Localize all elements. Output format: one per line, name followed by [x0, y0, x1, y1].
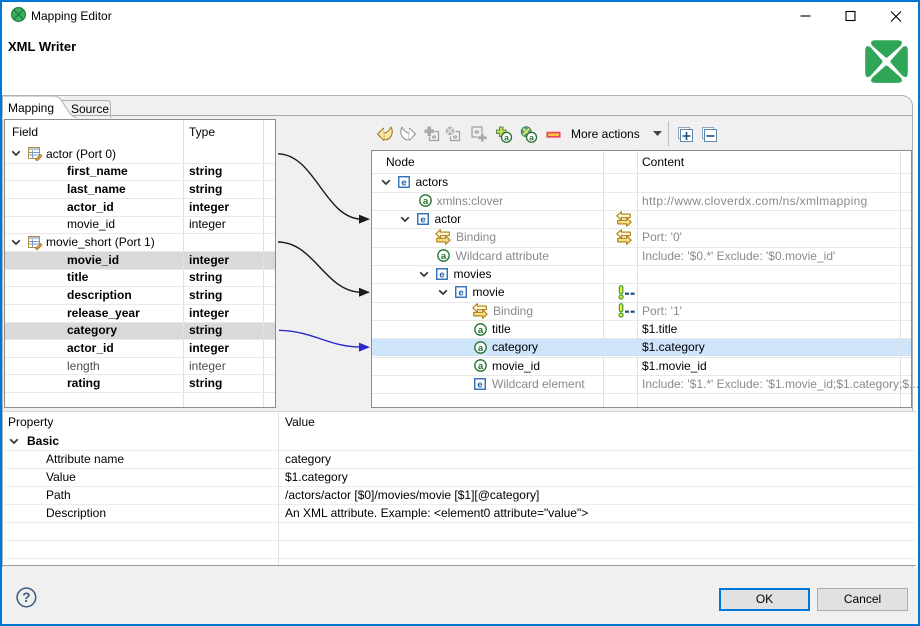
svg-text:a: a: [504, 132, 509, 142]
svg-text:a: a: [441, 251, 447, 262]
svg-text:a: a: [529, 132, 534, 142]
svg-text:e: e: [401, 178, 406, 189]
svg-text:a: a: [478, 325, 484, 336]
svg-text:a: a: [478, 361, 484, 372]
svg-text:e: e: [458, 288, 463, 299]
svg-text:?: ?: [22, 590, 30, 605]
svg-text:e: e: [439, 269, 444, 280]
svg-text:e: e: [477, 379, 482, 390]
svg-text:a: a: [422, 196, 428, 207]
svg-text:e: e: [420, 214, 425, 225]
svg-text:a: a: [478, 343, 484, 354]
